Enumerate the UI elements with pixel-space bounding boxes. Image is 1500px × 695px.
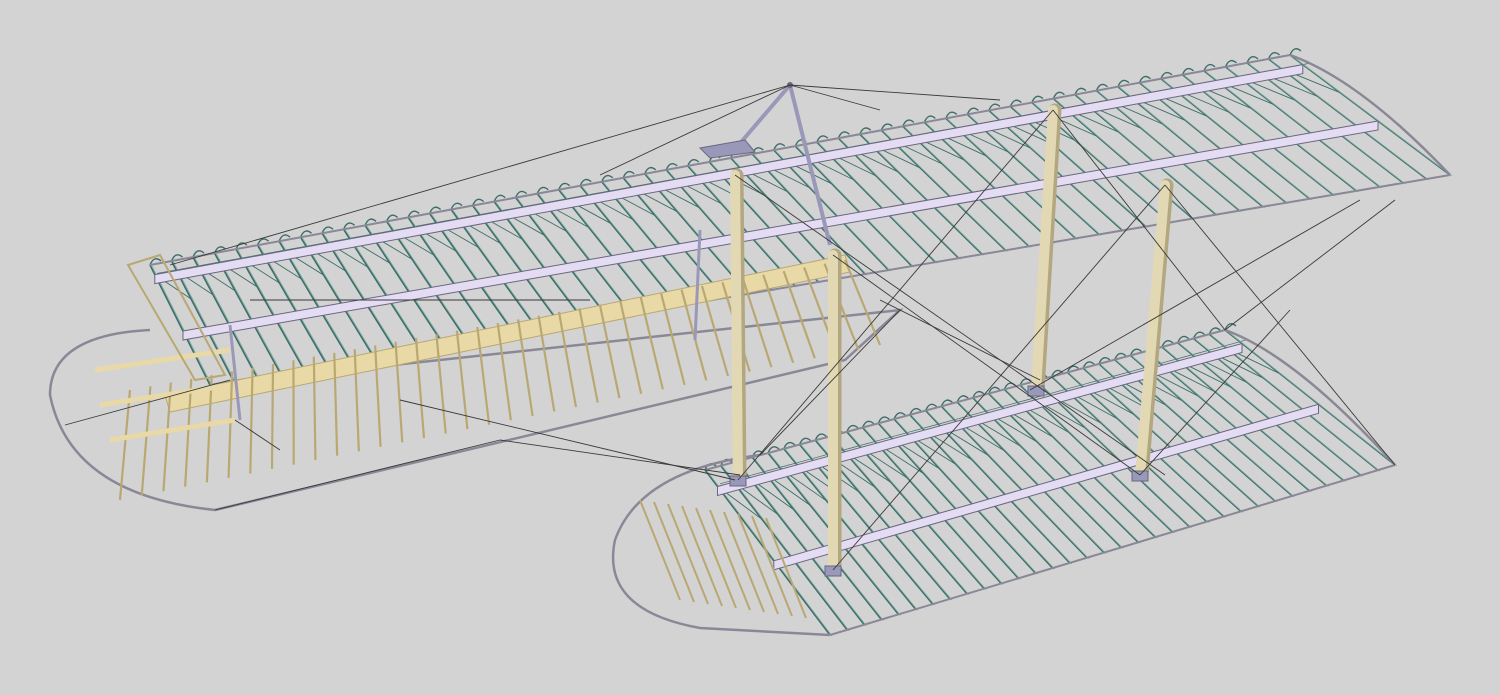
strut-fitting (1131, 470, 1149, 482)
strut-fitting (824, 565, 842, 577)
wing-rib (493, 201, 585, 323)
aileron-rib (312, 356, 317, 461)
wing-rib (471, 205, 562, 327)
aileron-cross-member (109, 417, 236, 443)
upper-wing (149, 48, 1453, 387)
trailing-edge (829, 464, 1396, 636)
biplane-wing-structure-model (48, 48, 1453, 637)
bracing-wire (789, 84, 1001, 101)
wing-rib (579, 185, 679, 307)
wing-rib-highlight (151, 265, 213, 387)
rear-spar (182, 120, 1379, 341)
interplane-strut (730, 170, 743, 485)
aileron-rib (270, 363, 275, 470)
aileron-rib (118, 389, 132, 501)
nose-rib (1289, 48, 1302, 56)
lower-aileron-outline (611, 453, 831, 637)
wing-rib (1224, 329, 1396, 466)
strut-fitting (729, 475, 747, 487)
bracing-wire (1052, 109, 1226, 331)
strut-fitting (1027, 385, 1045, 397)
bracing-wire (214, 439, 501, 511)
bracing-wire (399, 399, 736, 481)
front-spar (717, 342, 1243, 497)
wing-rib-highlight (1179, 343, 1346, 482)
front-spar (154, 64, 1304, 285)
bracing-wire (499, 439, 741, 476)
bracing-wire (599, 84, 791, 176)
wing-rib (536, 193, 632, 315)
bracing-wire (789, 84, 881, 111)
bracing-wire (1139, 309, 1291, 476)
aileron-cross-member (94, 347, 231, 373)
wing-rib (622, 177, 726, 299)
bracing-wire (879, 299, 1041, 381)
bracing-wire (1224, 199, 1396, 331)
model-viewport[interactable] (0, 0, 1500, 695)
wing-rib (601, 181, 702, 303)
wing-rib-highlight (1210, 334, 1381, 472)
leading-edge (149, 54, 1291, 266)
